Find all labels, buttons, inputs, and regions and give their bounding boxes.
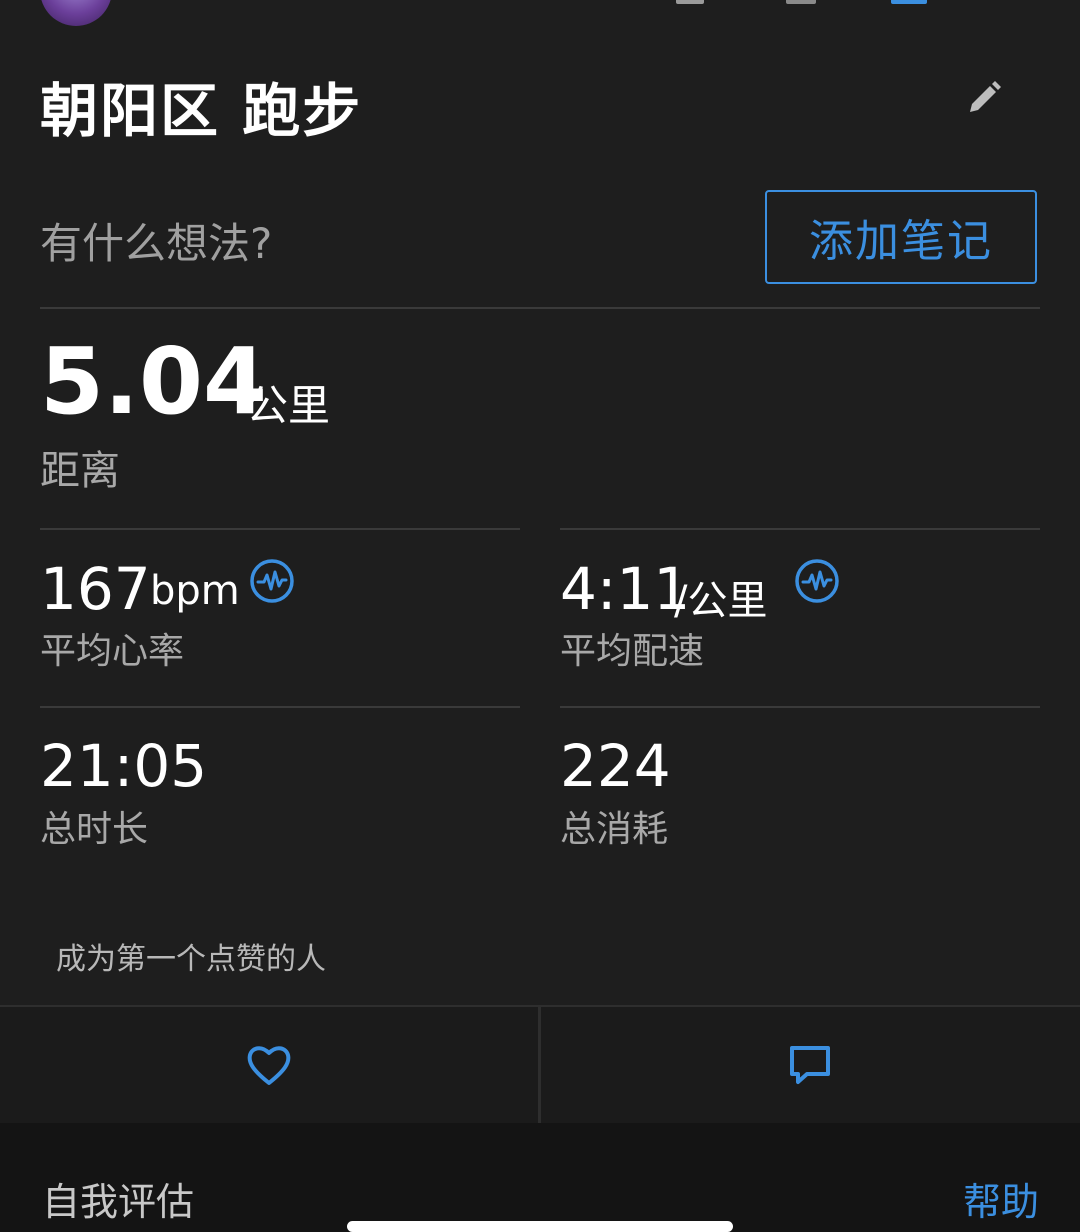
pencil-icon bbox=[970, 81, 1001, 112]
top-header-partial bbox=[0, 0, 1080, 26]
activity-title: 朝阳区 跑步 bbox=[40, 77, 363, 145]
calories-label: 总消耗 bbox=[560, 809, 669, 850]
action-bar bbox=[0, 1005, 1080, 1125]
duration-value: 21:05 bbox=[40, 732, 208, 800]
home-indicator[interactable] bbox=[347, 1221, 733, 1232]
top-glyph bbox=[676, 0, 704, 4]
pulse-badge-icon[interactable] bbox=[794, 558, 840, 604]
help-link[interactable]: 帮助 bbox=[963, 1171, 1039, 1226]
heart-rate-value: 167 bbox=[40, 555, 151, 623]
divider bbox=[560, 706, 1040, 708]
heart-rate-label: 平均心率 bbox=[40, 631, 185, 672]
like-button[interactable] bbox=[0, 1007, 538, 1123]
calories-value: 224 bbox=[560, 732, 671, 800]
heart-icon bbox=[247, 1046, 291, 1085]
note-prompt: 有什么想法? bbox=[40, 219, 273, 268]
self-eval-section: 自我评估 帮助 bbox=[0, 1123, 1080, 1232]
duration-label: 总时长 bbox=[40, 809, 149, 850]
pace-unit: /公里 bbox=[674, 578, 768, 624]
self-eval-title: 自我评估 bbox=[42, 1180, 195, 1224]
distance-label: 距离 bbox=[40, 448, 120, 494]
distance-unit: 公里 bbox=[246, 381, 331, 430]
add-note-button[interactable]: 添加笔记 bbox=[765, 190, 1037, 284]
avatar[interactable] bbox=[40, 0, 112, 26]
comment-button[interactable] bbox=[541, 1007, 1079, 1123]
pace-value: 4:11 bbox=[560, 555, 691, 623]
distance-value: 5.04 bbox=[40, 328, 267, 435]
edit-title-button[interactable] bbox=[962, 76, 1006, 120]
likes-summary[interactable]: 成为第一个点赞的人 bbox=[56, 934, 326, 978]
divider bbox=[40, 307, 1040, 309]
divider bbox=[40, 528, 520, 530]
heart-rate-unit: bpm bbox=[150, 568, 240, 614]
bookmark-icon[interactable] bbox=[891, 0, 927, 4]
star-icon[interactable] bbox=[786, 0, 816, 4]
pace-label: 平均配速 bbox=[560, 631, 705, 672]
divider bbox=[40, 706, 520, 708]
pulse-badge-icon[interactable] bbox=[249, 558, 295, 604]
comment-icon bbox=[790, 1046, 830, 1084]
divider bbox=[560, 528, 1040, 530]
